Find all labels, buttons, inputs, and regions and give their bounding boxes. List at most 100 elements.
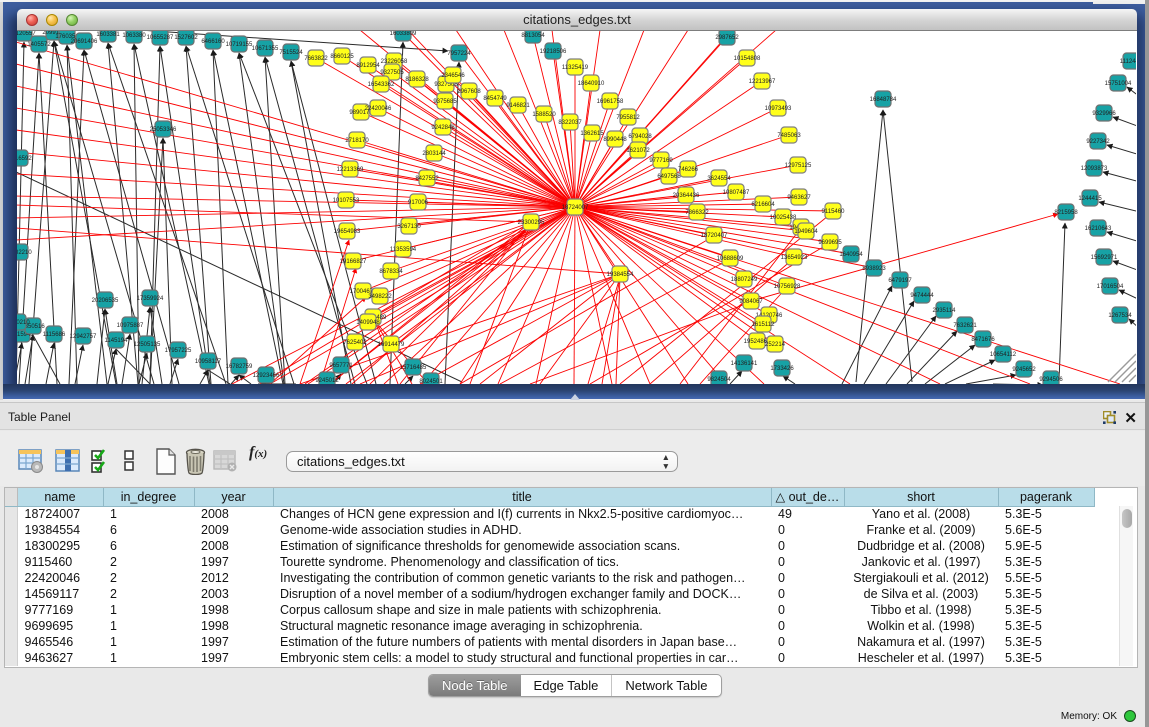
svg-text:11325419: 11325419	[562, 65, 589, 71]
svg-text:10719155: 10719155	[226, 42, 253, 48]
svg-text:8215958: 8215958	[1054, 210, 1078, 216]
svg-text:1640954: 1640954	[839, 252, 863, 258]
svg-text:18720407: 18720407	[701, 233, 728, 239]
svg-text:9294506: 9294506	[1039, 377, 1063, 383]
svg-text:1267534: 1267534	[1108, 313, 1132, 319]
svg-text:9474444: 9474444	[910, 293, 934, 299]
svg-text:9699695: 9699695	[818, 240, 842, 246]
svg-text:10654112: 10654112	[990, 352, 1017, 358]
svg-text:7515524: 7515524	[279, 50, 303, 56]
svg-text:18640910: 18640910	[578, 81, 605, 87]
svg-text:2967608: 2967608	[457, 89, 481, 95]
svg-text:19384554: 19384554	[607, 272, 634, 278]
svg-text:20691406: 20691406	[71, 39, 98, 45]
svg-text:7485063: 7485063	[777, 133, 801, 139]
svg-text:17957225: 17957225	[165, 348, 192, 354]
svg-text:18807249: 18807249	[731, 277, 758, 283]
svg-text:9463627: 9463627	[787, 195, 811, 201]
svg-text:9657771: 9657771	[329, 363, 353, 369]
svg-text:2803144: 2803144	[422, 151, 446, 157]
svg-text:10655287: 10655287	[147, 35, 174, 41]
svg-text:19166827: 19166827	[340, 259, 367, 265]
svg-text:12505135: 12505135	[134, 342, 161, 348]
svg-text:8938923: 8938923	[862, 266, 886, 272]
svg-text:1362615: 1362615	[580, 131, 604, 137]
svg-text:10671355: 10671355	[252, 46, 279, 52]
svg-text:1621072: 1621072	[626, 148, 650, 154]
svg-text:1409948: 1409948	[356, 320, 380, 326]
svg-text:2718170: 2718170	[345, 138, 369, 144]
svg-text:15716485: 15716485	[400, 365, 427, 371]
svg-text:12093873: 12093873	[1081, 166, 1108, 172]
svg-text:20206535: 20206535	[92, 298, 119, 304]
svg-text:13654923: 13654923	[781, 255, 808, 261]
svg-text:10958117: 10958117	[195, 359, 222, 365]
svg-text:9375685: 9375685	[433, 99, 457, 105]
svg-text:917006: 917006	[408, 200, 429, 206]
svg-text:12213369: 12213369	[337, 167, 364, 173]
svg-text:14136141: 14136141	[731, 361, 758, 367]
svg-text:3624554: 3624554	[707, 176, 731, 182]
svg-text:1615112: 1615112	[752, 322, 776, 328]
svg-text:16961758: 16961758	[597, 99, 624, 105]
svg-text:19218506: 19218506	[540, 49, 567, 55]
svg-text:8813054: 8813054	[521, 33, 545, 39]
svg-text:10154808: 10154808	[734, 56, 761, 62]
svg-text:8678334: 8678334	[379, 269, 403, 275]
svg-text:12213967: 12213967	[749, 79, 776, 85]
svg-text:20364436: 20364436	[673, 193, 700, 199]
svg-text:3498222: 3498222	[368, 294, 392, 300]
svg-text:1588520: 1588520	[532, 112, 556, 118]
svg-text:8990448: 8990448	[603, 137, 627, 143]
svg-text:3267130: 3267130	[397, 224, 421, 230]
svg-text:8912954: 8912954	[356, 63, 380, 69]
svg-text:16033809: 16033809	[390, 31, 417, 37]
svg-text:6794028: 6794028	[628, 134, 652, 140]
svg-text:10807487: 10807487	[723, 190, 750, 196]
svg-text:17359924: 17359924	[137, 296, 164, 302]
svg-text:18724007: 18724007	[562, 205, 589, 211]
svg-text:1527602: 1527602	[174, 35, 198, 41]
svg-text:10756928: 10756928	[774, 284, 801, 290]
svg-text:1930210: 1930210	[17, 320, 30, 326]
svg-text:9245652: 9245652	[1012, 367, 1036, 373]
svg-text:252214: 252214	[765, 342, 786, 348]
svg-text:2935114: 2935114	[933, 308, 957, 314]
svg-text:10973493: 10973493	[765, 106, 792, 112]
svg-text:2987652: 2987652	[715, 35, 739, 41]
svg-text:9327505: 9327505	[380, 70, 404, 76]
svg-text:7955812: 7955812	[616, 115, 640, 121]
svg-text:9227342: 9227342	[1086, 139, 1110, 145]
svg-text:16543362: 16543362	[368, 82, 395, 88]
svg-text:8186328: 8186328	[405, 77, 429, 83]
svg-text:1949604: 1949604	[794, 229, 818, 235]
svg-text:10975887: 10975887	[117, 323, 144, 329]
svg-text:9115460: 9115460	[822, 209, 846, 215]
svg-text:8660125: 8660125	[330, 54, 354, 60]
svg-text:1733426: 1733426	[770, 366, 794, 372]
svg-text:11353594: 11353594	[390, 247, 417, 253]
svg-text:2616592: 2616592	[17, 156, 32, 162]
svg-text:6479197: 6479197	[888, 278, 912, 284]
svg-text:12975125: 12975125	[785, 163, 812, 169]
svg-text:1063380: 1063380	[122, 33, 146, 39]
svg-text:9824504: 9824504	[707, 377, 731, 383]
svg-text:9329966: 9329966	[1092, 111, 1116, 117]
svg-text:10107553: 10107553	[333, 198, 360, 204]
svg-text:9242848: 9242848	[431, 125, 455, 131]
svg-text:16782759: 16782759	[226, 364, 253, 370]
svg-text:9582210: 9582210	[17, 250, 32, 256]
svg-text:16848784: 16848784	[870, 97, 897, 103]
svg-text:9777169: 9777169	[649, 158, 673, 164]
svg-text:19654983: 19654983	[334, 229, 361, 235]
svg-text:9146821: 9146821	[506, 103, 530, 109]
svg-text:7957224: 7957224	[447, 51, 471, 57]
svg-text:23300295: 23300295	[518, 220, 545, 226]
svg-text:9084067: 9084067	[739, 299, 763, 305]
svg-text:8471676: 8471676	[971, 337, 995, 343]
svg-text:7866322: 7866322	[685, 210, 709, 216]
svg-text:12923466: 12923466	[253, 373, 280, 379]
svg-text:22420046: 22420046	[365, 106, 392, 112]
svg-text:25053346: 25053346	[150, 127, 177, 133]
svg-text:7632621: 7632621	[953, 323, 977, 329]
